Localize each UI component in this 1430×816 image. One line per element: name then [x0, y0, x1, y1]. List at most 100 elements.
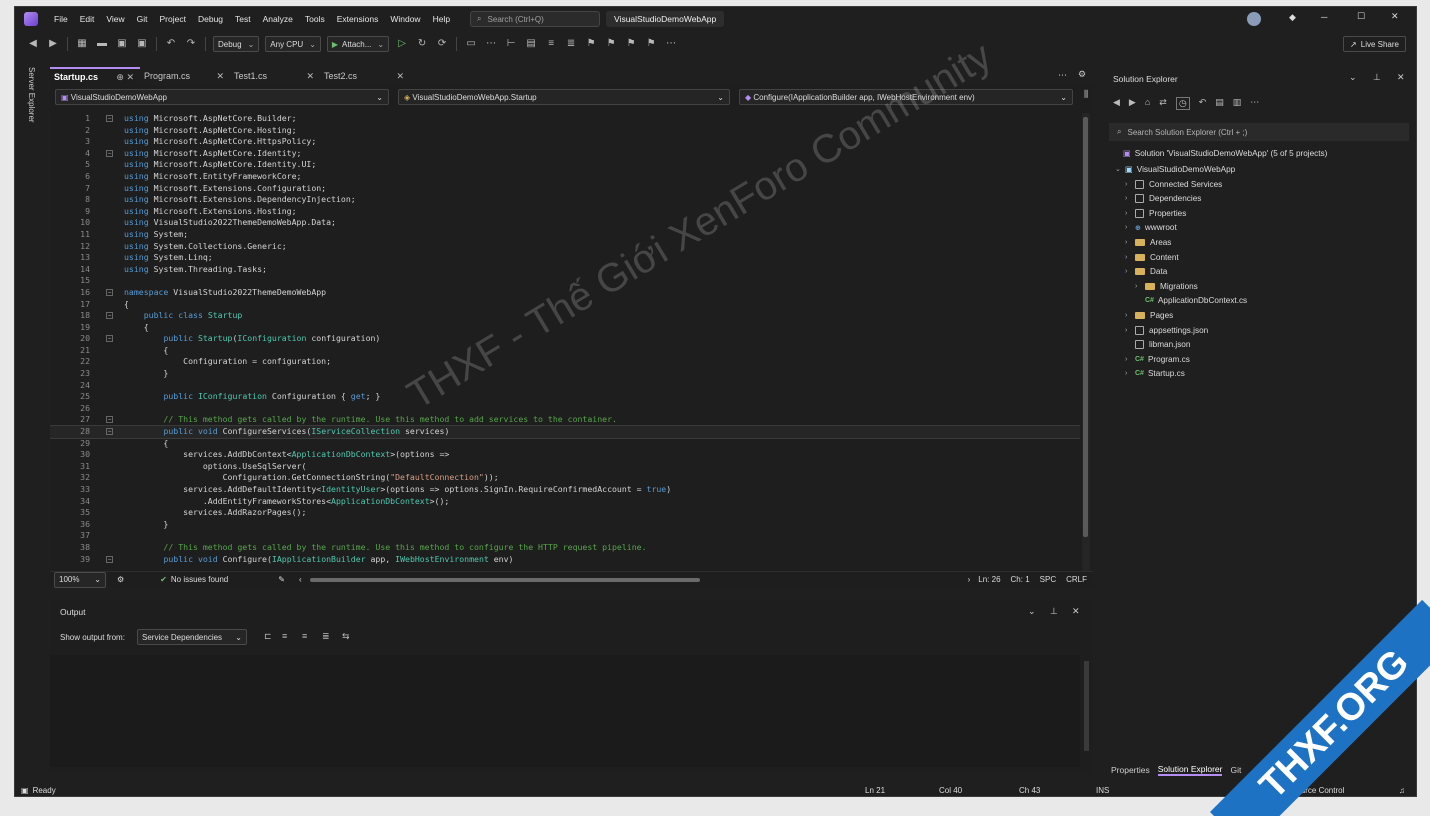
code-line[interactable]: 31 options.UseSqlServer( [50, 461, 1080, 473]
code-line[interactable]: 22 Configuration = configuration; [50, 356, 1080, 368]
scroll-right-icon[interactable]: › [968, 575, 971, 584]
solution-item-content[interactable]: › Content [1125, 251, 1179, 263]
menu-analyze[interactable]: Analyze [257, 14, 299, 24]
char-indicator[interactable]: Ch: 1 [1011, 575, 1030, 584]
overflow-icon[interactable]: ⋯ [664, 38, 678, 50]
undo-icon[interactable]: ↶ [164, 38, 178, 50]
menu-test[interactable]: Test [229, 14, 257, 24]
fold-toggle-icon[interactable]: − [106, 288, 113, 296]
brush-icon[interactable]: ✎ [278, 575, 285, 584]
code-line[interactable]: 7 using Microsoft.Extensions.Configuratio… [50, 183, 1080, 195]
bookmark-prev-icon[interactable]: ⚑ [604, 38, 618, 50]
server-explorer-strip[interactable]: Server Explorer [15, 63, 45, 773]
code-line[interactable]: 34 .AddEntityFrameworkStores<Application… [50, 496, 1080, 508]
close-icon[interactable]: ✕ [396, 71, 404, 82]
output-scrollbar[interactable] [1084, 661, 1089, 751]
browser-icon[interactable]: ▭ [464, 38, 478, 50]
code-line[interactable]: 6 using Microsoft.EntityFrameworkCore; [50, 171, 1080, 183]
menu-extensions[interactable]: Extensions [331, 14, 385, 24]
diamond-icon[interactable]: ◆ [1289, 12, 1296, 23]
zoom-select[interactable]: 100% ⌄ [54, 571, 106, 588]
code-line[interactable]: 37 [50, 530, 1080, 542]
code-line[interactable]: 25 public IConfiguration Configuration {… [50, 391, 1080, 403]
show-all-files-icon[interactable]: ▥ [1233, 97, 1242, 110]
status-ins[interactable]: INS [1096, 786, 1109, 795]
chevron-right-icon[interactable]: › [1125, 224, 1135, 231]
line-indicator[interactable]: Ln: 26 [978, 575, 1000, 584]
close-icon[interactable]: ✕ [216, 71, 224, 82]
fold-toggle-icon[interactable]: − [106, 312, 113, 320]
back-icon[interactable]: ◀ [26, 38, 40, 50]
code-line[interactable]: 28 − public void ConfigureServices(IServi… [50, 425, 1080, 439]
solution-item-libman-json[interactable]: libman.json [1125, 339, 1190, 351]
gear-icon[interactable]: ⚙ [1078, 69, 1086, 80]
tab-overflow-icon[interactable]: ⋯ [1058, 70, 1067, 81]
close-icon[interactable]: ✕ [306, 71, 314, 82]
fold-toggle-icon[interactable]: − [106, 416, 113, 424]
search-input[interactable]: ⌕ Search (Ctrl+Q) [470, 11, 601, 27]
avatar[interactable] [1247, 12, 1261, 26]
code-line[interactable]: 38 // This method gets called by the run… [50, 542, 1080, 554]
code-line[interactable]: 29 { [50, 438, 1080, 450]
align-icon[interactable]: ⊢ [504, 38, 518, 50]
solution-item-migrations[interactable]: › Migrations [1135, 280, 1198, 292]
solution-item-areas[interactable]: › Areas [1125, 236, 1171, 248]
code-line[interactable]: 12 using System.Collections.Generic; [50, 241, 1080, 253]
status-line[interactable]: Ln 21 [865, 786, 885, 795]
menu-git[interactable]: Git [131, 14, 154, 24]
chevron-right-icon[interactable]: › [1125, 268, 1135, 275]
chevron-right-icon[interactable]: › [1125, 181, 1135, 188]
fold-toggle-icon[interactable]: − [106, 428, 113, 436]
forward-icon[interactable]: ▶ [46, 38, 60, 50]
chevron-right-icon[interactable]: › [1125, 356, 1135, 363]
comment-icon[interactable]: ≡ [544, 38, 558, 50]
collapse-all-icon[interactable]: ▤ [1215, 97, 1224, 110]
open-icon[interactable]: ▬ [95, 38, 109, 50]
more-icon[interactable]: ⋯ [484, 38, 498, 50]
forward-icon[interactable]: ▶ [1129, 97, 1136, 110]
code-line[interactable]: 21 { [50, 345, 1080, 357]
config-select[interactable]: Debug ⌄ [213, 36, 260, 52]
status-ch[interactable]: Ch 43 [1019, 786, 1040, 795]
bookmark-next-icon[interactable]: ⚑ [624, 38, 638, 50]
line-ending-indicator[interactable]: CRLF [1066, 575, 1087, 584]
solution-item-wwwroot[interactable]: › ⊕ wwwroot [1125, 222, 1177, 234]
code-line[interactable]: 5 using Microsoft.AspNetCore.Identity.UI; [50, 159, 1080, 171]
maximize-button[interactable]: ☐ [1357, 11, 1365, 22]
solution-item-properties[interactable]: › Properties [1125, 207, 1186, 219]
home-icon[interactable]: ⌂ [1145, 97, 1150, 110]
chevron-right-icon[interactable]: › [1135, 283, 1145, 290]
code-line[interactable]: 4 − using Microsoft.AspNetCore.Identity; [50, 148, 1080, 160]
menu-project[interactable]: Project [154, 14, 192, 24]
code-line[interactable]: 16 − namespace VisualStudio2022ThemeDemoWe… [50, 287, 1080, 299]
switch-views-icon[interactable]: ⇄ [1159, 97, 1167, 110]
chevron-right-icon[interactable]: › [1125, 254, 1135, 261]
solution-search-input[interactable]: ⌕ Search Solution Explorer (Ctrl + ;) [1109, 123, 1409, 141]
minimize-button[interactable]: ─ [1321, 12, 1327, 22]
fold-toggle-icon[interactable]: − [106, 149, 113, 157]
bookmark-icon[interactable]: ⚑ [584, 38, 598, 50]
code-line[interactable]: 20 − public Startup(IConfiguration config… [50, 333, 1080, 345]
code-line[interactable]: 33 services.AddDefaultIdentity<IdentityU… [50, 484, 1080, 496]
vertical-scrollbar[interactable] [1082, 113, 1090, 571]
code-line[interactable]: 13 using System.Linq; [50, 252, 1080, 264]
code-line[interactable]: 3 using Microsoft.AspNetCore.HttpsPolicy; [50, 136, 1080, 148]
attach-button[interactable]: ▶ Attach... ⌄ [326, 36, 390, 52]
code-line[interactable]: 8 using Microsoft.Extensions.DependencyIn… [50, 194, 1080, 206]
solution-node[interactable]: ▣ Solution 'VisualStudioDemoWebApp' (5 of… [1123, 147, 1327, 159]
chevron-right-icon[interactable]: › [1125, 327, 1135, 334]
code-line[interactable]: 14 using System.Threading.Tasks; [50, 264, 1080, 276]
pin-icon[interactable]: ⊥ [1373, 72, 1381, 83]
tab-test2-cs[interactable]: Test2.cs ✕ [320, 67, 410, 85]
intellicode-icon[interactable]: ⚙ [117, 575, 124, 584]
undo-icon[interactable]: ↶ [1199, 97, 1207, 110]
code-line[interactable]: 15 [50, 275, 1080, 287]
output-source-select[interactable]: Service Dependencies ⌄ [137, 629, 247, 645]
platform-select[interactable]: Any CPU ⌄ [265, 36, 321, 52]
chevron-down-icon[interactable]: ⌄ [1349, 72, 1357, 83]
more-icon[interactable]: ⋯ [1250, 97, 1259, 110]
back-icon[interactable]: ◀ [1113, 97, 1120, 110]
word-wrap-icon[interactable]: ⇆ [342, 631, 350, 642]
menu-edit[interactable]: Edit [74, 14, 101, 24]
uncomment-icon[interactable]: ≣ [564, 38, 578, 50]
